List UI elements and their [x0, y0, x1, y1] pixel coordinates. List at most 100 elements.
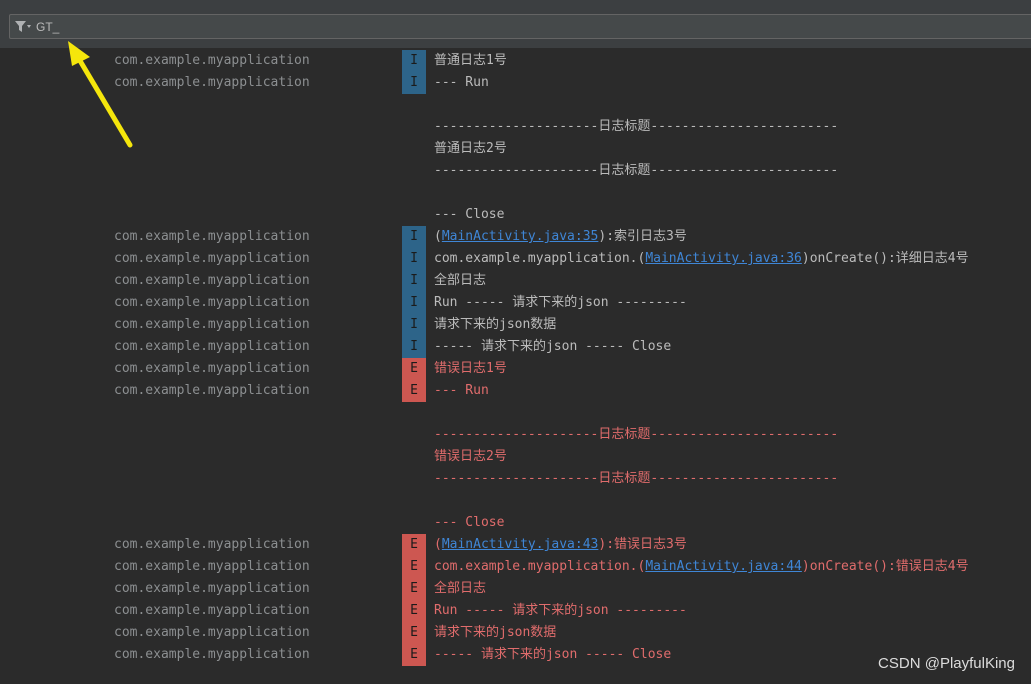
log-level-badge: E — [402, 622, 426, 644]
log-package: com.example.myapplication — [114, 537, 310, 552]
log-row: ---------------------日志标题---------------… — [0, 160, 1031, 182]
log-package: com.example.myapplication — [114, 647, 310, 662]
log-text: )onCreate():错误日志4号 — [801, 559, 969, 574]
logcat-output[interactable]: com.example.myapplication I 普通日志1号 com.exam… — [0, 50, 1031, 666]
filter-field[interactable] — [9, 14, 1031, 39]
log-package: com.example.myapplication — [114, 383, 310, 398]
source-link[interactable]: MainActivity.java:35 — [442, 229, 599, 244]
log-level-badge: I — [402, 336, 426, 358]
source-link[interactable]: MainActivity.java:36 — [645, 251, 802, 266]
log-row: com.example.myapplication E 全部日志 — [0, 578, 1031, 600]
log-row: com.example.myapplication E Run ----- 请求下来… — [0, 600, 1031, 622]
log-package: com.example.myapplication — [114, 295, 310, 310]
log-text: ----- 请求下来的json ----- Close — [434, 339, 672, 354]
log-message: 请求下来的json数据 — [434, 622, 556, 644]
log-row: ---------------------日志标题---------------… — [0, 468, 1031, 490]
source-link[interactable]: MainActivity.java:43 — [442, 537, 599, 552]
log-level-badge: I — [402, 248, 426, 270]
log-message: --- Close — [434, 512, 504, 534]
log-level-badge: E — [402, 556, 426, 578]
log-row: ---------------------日志标题---------------… — [0, 116, 1031, 138]
log-row: com.example.myapplication I Run ----- 请求下来… — [0, 292, 1031, 314]
log-row: com.example.myapplication I ----- 请求下来的jso… — [0, 336, 1031, 358]
log-row: com.example.myapplication Ecom.example.my… — [0, 556, 1031, 578]
log-text: Run ----- 请求下来的json --------- — [434, 603, 687, 618]
log-message: 全部日志 — [434, 578, 486, 600]
log-package: com.example.myapplication — [114, 361, 310, 376]
log-package: com.example.myapplication — [114, 317, 310, 332]
log-message: 错误日志2号 — [434, 446, 507, 468]
log-package: com.example.myapplication — [114, 251, 310, 266]
log-message: com.example.myapplication.(MainActivity.… — [434, 248, 969, 270]
log-message: --- Run — [434, 72, 489, 94]
log-row: ---------------------日志标题---------------… — [0, 424, 1031, 446]
log-row: 普通日志2号 — [0, 138, 1031, 160]
log-level-badge: I — [402, 314, 426, 336]
log-text: ---------------------日志标题---------------… — [434, 427, 839, 442]
log-level-badge: E — [402, 600, 426, 622]
log-text: ----- 请求下来的json ----- Close — [434, 647, 672, 662]
log-level-badge: I — [402, 292, 426, 314]
log-package: com.example.myapplication — [114, 229, 310, 244]
log-text: com.example.myapplication.( — [434, 251, 646, 266]
log-level-badge: E — [402, 358, 426, 380]
log-package: com.example.myapplication — [114, 581, 310, 596]
log-row: 错误日志2号 — [0, 446, 1031, 468]
log-row: com.example.myapplication E (MainActivity.… — [0, 534, 1031, 556]
log-text: )onCreate():详细日志4号 — [801, 251, 969, 266]
log-text: ---------------------日志标题---------------… — [434, 119, 839, 134]
log-row: com.example.myapplication Icom.example.my… — [0, 248, 1031, 270]
log-row: com.example.myapplication E 错误日志1号 — [0, 358, 1031, 380]
log-text: com.example.myapplication.( — [434, 559, 646, 574]
log-package: com.example.myapplication — [114, 339, 310, 354]
log-row: --- Close — [0, 204, 1031, 226]
log-text: 请求下来的json数据 — [434, 317, 557, 332]
log-level-badge: E — [402, 644, 426, 666]
log-text: 错误日志1号 — [434, 361, 507, 376]
filter-input[interactable] — [36, 16, 936, 37]
log-level-badge: I — [402, 270, 426, 292]
log-message: (MainActivity.java:43):错误日志3号 — [434, 534, 687, 556]
log-package: com.example.myapplication — [114, 603, 310, 618]
log-level-badge: I — [402, 72, 426, 94]
log-message: Run ----- 请求下来的json --------- — [434, 292, 687, 314]
log-row: com.example.myapplication E --- Run — [0, 380, 1031, 402]
log-row: com.example.myapplication E 请求下来的json数据 — [0, 622, 1031, 644]
log-text: 全部日志 — [434, 273, 487, 288]
log-message: 普通日志1号 — [434, 50, 507, 72]
log-text: --- Close — [434, 515, 505, 530]
log-message: ---------------------日志标题---------------… — [434, 468, 838, 490]
log-level-badge: E — [402, 380, 426, 402]
log-text: 请求下来的json数据 — [434, 625, 557, 640]
log-message: 错误日志1号 — [434, 358, 507, 380]
log-text: --- Run — [434, 383, 489, 398]
log-level-badge: E — [402, 578, 426, 600]
log-level-badge: E — [402, 534, 426, 556]
log-text: ---------------------日志标题---------------… — [434, 163, 839, 178]
log-row — [0, 402, 1031, 424]
watermark: CSDN @PlayfulKing — [878, 655, 1015, 672]
log-message: ---------------------日志标题---------------… — [434, 160, 838, 182]
log-text: 普通日志1号 — [434, 53, 507, 68]
log-message: ---------------------日志标题---------------… — [434, 424, 838, 446]
log-text: --- Close — [434, 207, 505, 222]
log-message: ---------------------日志标题---------------… — [434, 116, 838, 138]
log-text: 普通日志2号 — [434, 141, 507, 156]
log-text: ---------------------日志标题---------------… — [434, 471, 839, 486]
log-text: 全部日志 — [434, 581, 487, 596]
filter-bar — [0, 6, 1031, 49]
log-text: ):索引日志3号 — [598, 229, 687, 244]
log-message: com.example.myapplication.(MainActivity.… — [434, 556, 969, 578]
source-link[interactable]: MainActivity.java:44 — [645, 559, 802, 574]
log-row: com.example.myapplication I --- Run — [0, 72, 1031, 94]
log-text: ):错误日志3号 — [598, 537, 687, 552]
filter-icon[interactable] — [14, 19, 32, 35]
log-message: --- Run — [434, 380, 489, 402]
log-row — [0, 490, 1031, 512]
log-row: com.example.myapplication I (MainActivity.… — [0, 226, 1031, 248]
log-message: 请求下来的json数据 — [434, 314, 556, 336]
log-message: ----- 请求下来的json ----- Close — [434, 644, 671, 666]
log-text: ( — [434, 229, 442, 244]
log-package: com.example.myapplication — [114, 75, 310, 90]
log-package: com.example.myapplication — [114, 53, 310, 68]
